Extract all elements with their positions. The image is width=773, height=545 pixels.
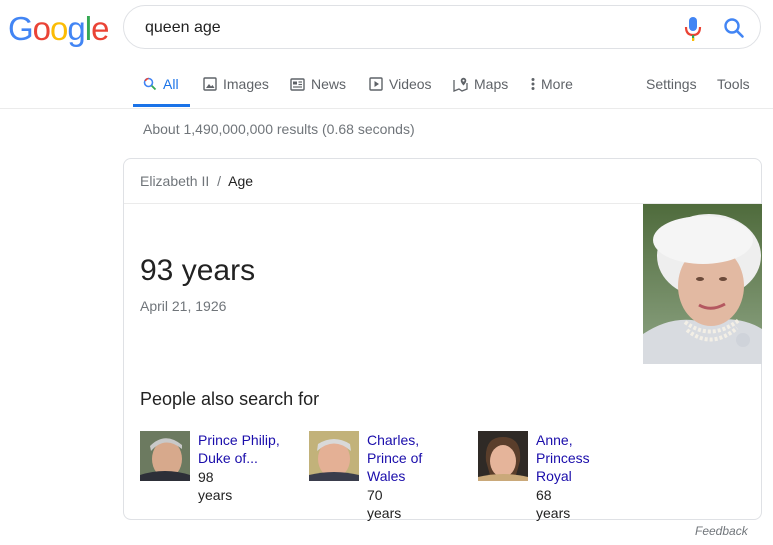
tab-maps[interactable]: Maps bbox=[453, 76, 508, 92]
tab-label: Maps bbox=[474, 76, 509, 92]
breadcrumb-parent[interactable]: Elizabeth II bbox=[140, 173, 209, 189]
person-thumbnail[interactable] bbox=[140, 431, 190, 481]
person-name-line: Prince of bbox=[367, 450, 423, 466]
person-thumbnail[interactable] bbox=[478, 431, 528, 481]
video-icon bbox=[369, 77, 383, 91]
active-tab-indicator bbox=[133, 104, 190, 107]
logo-letter: g bbox=[67, 10, 85, 47]
result-stats: About 1,490,000,000 results (0.68 second… bbox=[143, 121, 415, 137]
feedback-link[interactable]: Feedback bbox=[695, 524, 748, 538]
birth-date: April 21, 1926 bbox=[140, 298, 227, 314]
breadcrumb-separator: / bbox=[217, 173, 222, 189]
person-thumbnail[interactable] bbox=[309, 431, 359, 481]
tab-all[interactable]: All bbox=[143, 76, 179, 92]
person-name[interactable]: Charles, Prince of Wales bbox=[367, 431, 467, 485]
person-name[interactable]: Prince Philip, Duke of... bbox=[198, 431, 298, 467]
news-icon bbox=[290, 77, 305, 91]
google-logo[interactable]: Google bbox=[8, 10, 109, 48]
logo-letter: o bbox=[32, 10, 51, 47]
person-name-line: Wales bbox=[367, 468, 406, 484]
person-name-line: Prince Philip, bbox=[198, 432, 280, 448]
breadcrumb: Elizabeth II / Age bbox=[140, 173, 253, 189]
tools-label: Tools bbox=[717, 76, 750, 92]
image-icon bbox=[203, 77, 217, 91]
microphone-icon[interactable] bbox=[684, 16, 702, 47]
tab-label: More bbox=[541, 76, 573, 92]
tab-more[interactable]: More bbox=[531, 76, 573, 92]
breadcrumb-current: Age bbox=[228, 173, 254, 189]
person-name-line: Charles, bbox=[367, 432, 420, 448]
person-name-line: Duke of... bbox=[198, 450, 258, 466]
knowledge-card: Elizabeth II / Age 93 years April 21, 19… bbox=[123, 158, 762, 521]
search-icon[interactable] bbox=[723, 17, 745, 44]
queen-portrait-image[interactable] bbox=[643, 204, 762, 364]
person-name-line: Anne, bbox=[536, 432, 573, 448]
person-name[interactable]: Anne, Princess Royal bbox=[536, 431, 636, 485]
tab-label: Images bbox=[223, 76, 269, 92]
tab-label: Videos bbox=[389, 76, 432, 92]
tab-videos[interactable]: Videos bbox=[369, 76, 432, 92]
age-answer: 93 years bbox=[140, 254, 256, 287]
logo-letter: o bbox=[50, 10, 68, 47]
people-also-search-heading: People also search for bbox=[140, 389, 320, 409]
tab-images[interactable]: Images bbox=[203, 76, 269, 92]
more-vert-icon bbox=[531, 78, 535, 90]
logo-letter: e bbox=[91, 10, 109, 47]
settings-label: Settings bbox=[646, 76, 697, 92]
person-age: 98 years bbox=[198, 469, 233, 503]
tab-news[interactable]: News bbox=[290, 76, 346, 92]
person-name-line: Princess bbox=[536, 450, 590, 466]
tab-label: All bbox=[163, 76, 179, 92]
settings-link[interactable]: Settings bbox=[646, 76, 697, 92]
tools-link[interactable]: Tools bbox=[717, 76, 750, 92]
search-icon bbox=[143, 77, 157, 91]
search-input[interactable]: queen age bbox=[145, 19, 221, 37]
person-age: 68 years bbox=[536, 487, 571, 521]
person-name-line: Royal bbox=[536, 468, 572, 484]
map-pin-icon bbox=[453, 77, 468, 92]
person-age: 70 years bbox=[367, 487, 402, 521]
tab-label: News bbox=[311, 76, 347, 92]
logo-letter: G bbox=[8, 10, 34, 47]
search-tabs: All Images News Videos Maps More Setting… bbox=[0, 62, 773, 109]
search-box[interactable]: queen age bbox=[123, 5, 761, 49]
